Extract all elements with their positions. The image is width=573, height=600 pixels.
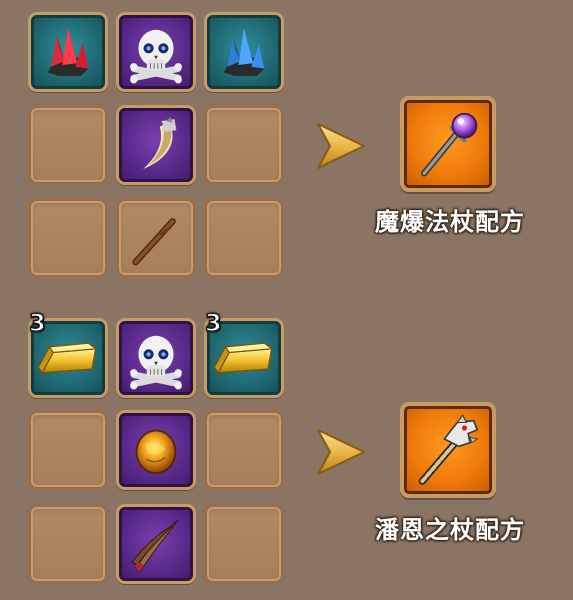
ingredient-slot[interactable] [204, 504, 284, 584]
wooden-stick-icon [132, 218, 176, 266]
claw-blades-icon [131, 519, 179, 571]
ingredient-slot[interactable] [28, 105, 108, 185]
quantity-badge: 3 [204, 309, 222, 337]
ingredient-slot[interactable]: 3 [28, 310, 108, 398]
ingredient-slot[interactable] [116, 12, 196, 92]
ingredient-slot[interactable] [28, 198, 108, 278]
arrow-right-icon [317, 429, 365, 475]
skull-crossbones-icon [130, 335, 182, 390]
ingredient-slot[interactable] [204, 12, 284, 92]
skull-crossbones-icon [130, 29, 182, 84]
ingredient-slot[interactable] [28, 410, 108, 490]
ingredient-slot[interactable] [204, 105, 284, 185]
ingredient-slot[interactable] [116, 198, 196, 278]
ingredient-slot[interactable] [204, 198, 284, 278]
fang-icon [143, 117, 177, 170]
result-label: 魔爆法杖配方 [375, 208, 525, 236]
ingredient-slot[interactable]: 3 [204, 310, 284, 398]
result-label: 潘恩之杖配方 [375, 516, 525, 544]
amber-orb-icon [135, 429, 177, 475]
ingredient-slot[interactable] [204, 410, 284, 490]
result-slot[interactable] [400, 402, 496, 498]
ingredient-slot[interactable] [28, 12, 108, 92]
ingredient-slot[interactable] [116, 318, 196, 398]
ingredient-slot[interactable] [116, 504, 196, 584]
ingredient-slot[interactable] [28, 504, 108, 584]
red-crystal-icon [47, 27, 89, 77]
result-slot[interactable] [400, 96, 496, 192]
ingredient-slot[interactable] [116, 105, 196, 185]
purple-orb-staff-icon [420, 112, 478, 177]
blue-crystal-icon [223, 27, 265, 77]
arrow-right-icon [317, 123, 365, 169]
recipe-panel: 3 3 潘恩之杖配方 [0, 308, 573, 598]
recipe-panel: 魔爆法杖配方 [0, 0, 573, 290]
ingredient-slot[interactable] [116, 410, 196, 490]
dragon-head-staff-icon [418, 414, 479, 485]
quantity-badge: 3 [28, 309, 46, 337]
